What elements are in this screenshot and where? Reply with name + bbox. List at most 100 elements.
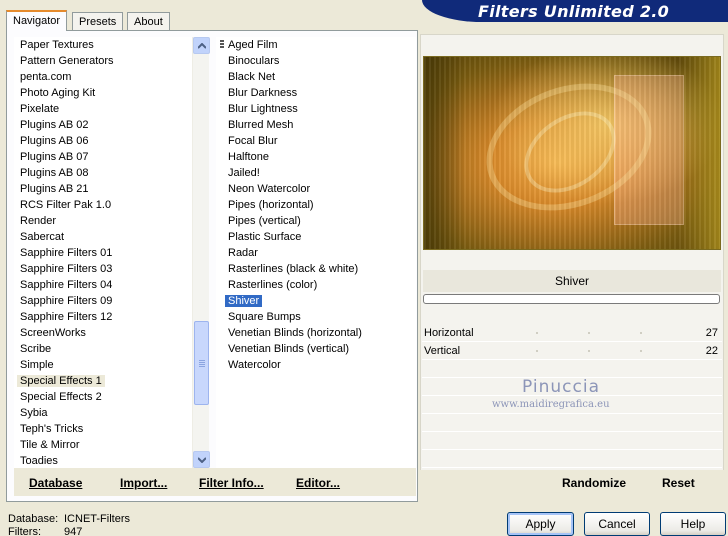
filter-item-label: Blurred Mesh	[228, 119, 294, 131]
category-item[interactable]: Pattern Generators	[14, 53, 192, 69]
status-area: Database: ICNET-Filters Filters: 947	[8, 513, 130, 536]
filter-item[interactable]: Square Bumps	[216, 309, 416, 325]
empty-param-row	[422, 414, 722, 432]
filter-item[interactable]: Rasterlines (color)	[216, 277, 416, 293]
filter-item[interactable]: Plastic Surface	[216, 229, 416, 245]
tab-about[interactable]: About	[127, 12, 170, 30]
database-button[interactable]: Database	[29, 476, 82, 490]
apply-button[interactable]: Apply	[507, 512, 574, 536]
filter-list[interactable]: Aged Film Binoculars Black Net Blur Darknes…	[216, 37, 416, 469]
category-item[interactable]: Render	[14, 213, 192, 229]
chevron-up-icon	[197, 42, 206, 49]
category-item[interactable]: Sapphire Filters 12	[14, 309, 192, 325]
category-item-label: Teph's Tricks	[20, 423, 84, 435]
list-grip-icon	[220, 40, 224, 49]
filter-item[interactable]: Binoculars	[216, 53, 416, 69]
category-item[interactable]: Photo Aging Kit	[14, 85, 192, 101]
category-item[interactable]: Simple	[14, 357, 192, 373]
category-item[interactable]: Special Effects 1	[14, 373, 192, 389]
filter-item[interactable]: Halftone	[216, 149, 416, 165]
help-button[interactable]: Help	[660, 512, 726, 536]
category-item-label: Pattern Generators	[20, 55, 114, 67]
selected-filter-name: Shiver	[423, 270, 721, 292]
category-item[interactable]: Plugins AB 08	[14, 165, 192, 181]
editor-button[interactable]: Editor...	[296, 476, 340, 490]
slider-track[interactable]	[486, 332, 682, 334]
tab-presets[interactable]: Presets	[72, 12, 124, 30]
category-item[interactable]: penta.com	[14, 69, 192, 85]
empty-param-row	[422, 432, 722, 450]
category-item-label: Plugins AB 08	[20, 167, 89, 179]
filter-item[interactable]: Aged Film	[216, 37, 416, 53]
category-item[interactable]: Plugins AB 06	[14, 133, 192, 149]
filter-item[interactable]: Jailed!	[216, 165, 416, 181]
scroll-up-button[interactable]	[193, 37, 210, 54]
category-item[interactable]: Tile & Mirror	[14, 437, 192, 453]
filter-item[interactable]: Blurred Mesh	[216, 117, 416, 133]
filter-item-label: Plastic Surface	[228, 231, 302, 243]
category-list[interactable]: Paper Textures Pattern Generators penta.co…	[14, 37, 192, 469]
filter-item[interactable]: Venetian Blinds (horizontal)	[216, 325, 416, 341]
category-item[interactable]: Sybia	[14, 405, 192, 421]
category-item-label: ScreenWorks	[20, 327, 86, 339]
category-item[interactable]: Pixelate	[14, 101, 192, 117]
category-item[interactable]: Toadies	[14, 453, 192, 469]
filter-item-label: Neon Watercolor	[228, 183, 311, 195]
filter-item[interactable]: Black Net	[216, 69, 416, 85]
filter-item[interactable]: Radar	[216, 245, 416, 261]
category-item[interactable]: Scribe	[14, 341, 192, 357]
category-item[interactable]: ScreenWorks	[14, 325, 192, 341]
filter-item[interactable]: Shiver	[216, 293, 416, 309]
filter-item-label: Black Net	[228, 71, 276, 83]
category-item-label: Sapphire Filters 01	[20, 247, 113, 259]
vertical-slider[interactable]: Vertical 22	[422, 342, 722, 360]
watermark-name: Pinuccia	[522, 377, 600, 397]
scroll-thumb[interactable]	[194, 321, 209, 405]
category-item-label: Tile & Mirror	[20, 439, 80, 451]
category-item-label: Photo Aging Kit	[20, 87, 96, 99]
category-item[interactable]: Sapphire Filters 04	[14, 277, 192, 293]
category-item[interactable]: Plugins AB 07	[14, 149, 192, 165]
category-item-label: Special Effects 1	[17, 375, 105, 387]
preview-image	[423, 56, 721, 250]
category-item[interactable]: Sapphire Filters 01	[14, 245, 192, 261]
filter-item[interactable]: Pipes (horizontal)	[216, 197, 416, 213]
slider-track[interactable]	[486, 350, 682, 352]
filter-item[interactable]: Neon Watercolor	[216, 181, 416, 197]
category-item[interactable]: Paper Textures	[14, 37, 192, 53]
filter-item-label: Pipes (vertical)	[228, 215, 301, 227]
category-item-label: Pixelate	[20, 103, 60, 115]
horizontal-slider[interactable]: Horizontal 27	[422, 324, 722, 342]
category-item-label: Toadies	[20, 455, 58, 467]
filter-item-label: Shiver	[225, 295, 263, 307]
category-item-label: penta.com	[20, 71, 72, 83]
filter-item-label: Blur Darkness	[228, 87, 298, 99]
filters-label: Filters:	[8, 526, 41, 536]
cancel-button[interactable]: Cancel	[584, 512, 650, 536]
category-item[interactable]: Special Effects 2	[14, 389, 192, 405]
import-button[interactable]: Import...	[120, 476, 167, 490]
scroll-down-button[interactable]	[193, 451, 210, 468]
filter-item[interactable]: Blur Darkness	[216, 85, 416, 101]
category-scrollbar[interactable]	[192, 37, 210, 469]
category-item[interactable]: Plugins AB 21	[14, 181, 192, 197]
filter-item[interactable]: Pipes (vertical)	[216, 213, 416, 229]
filter-item[interactable]: Watercolor	[216, 357, 416, 373]
filter-info-button[interactable]: Filter Info...	[199, 476, 264, 490]
filter-item[interactable]: Rasterlines (black & white)	[216, 261, 416, 277]
filter-item[interactable]: Venetian Blinds (vertical)	[216, 341, 416, 357]
category-item[interactable]: RCS Filter Pak 1.0	[14, 197, 192, 213]
category-item[interactable]: Plugins AB 02	[14, 117, 192, 133]
category-item[interactable]: Sabercat	[14, 229, 192, 245]
category-item[interactable]: Sapphire Filters 09	[14, 293, 192, 309]
tab-navigator[interactable]: Navigator	[6, 10, 68, 31]
filter-item-label: Aged Film	[228, 39, 278, 51]
reset-button[interactable]: Reset	[662, 476, 695, 490]
category-item[interactable]: Sapphire Filters 03	[14, 261, 192, 277]
filter-item-label: Blur Lightness	[228, 103, 298, 115]
randomize-button[interactable]: Randomize	[562, 476, 626, 490]
category-item-label: Sapphire Filters 09	[20, 295, 113, 307]
category-item[interactable]: Teph's Tricks	[14, 421, 192, 437]
filter-item[interactable]: Focal Blur	[216, 133, 416, 149]
filter-item[interactable]: Blur Lightness	[216, 101, 416, 117]
